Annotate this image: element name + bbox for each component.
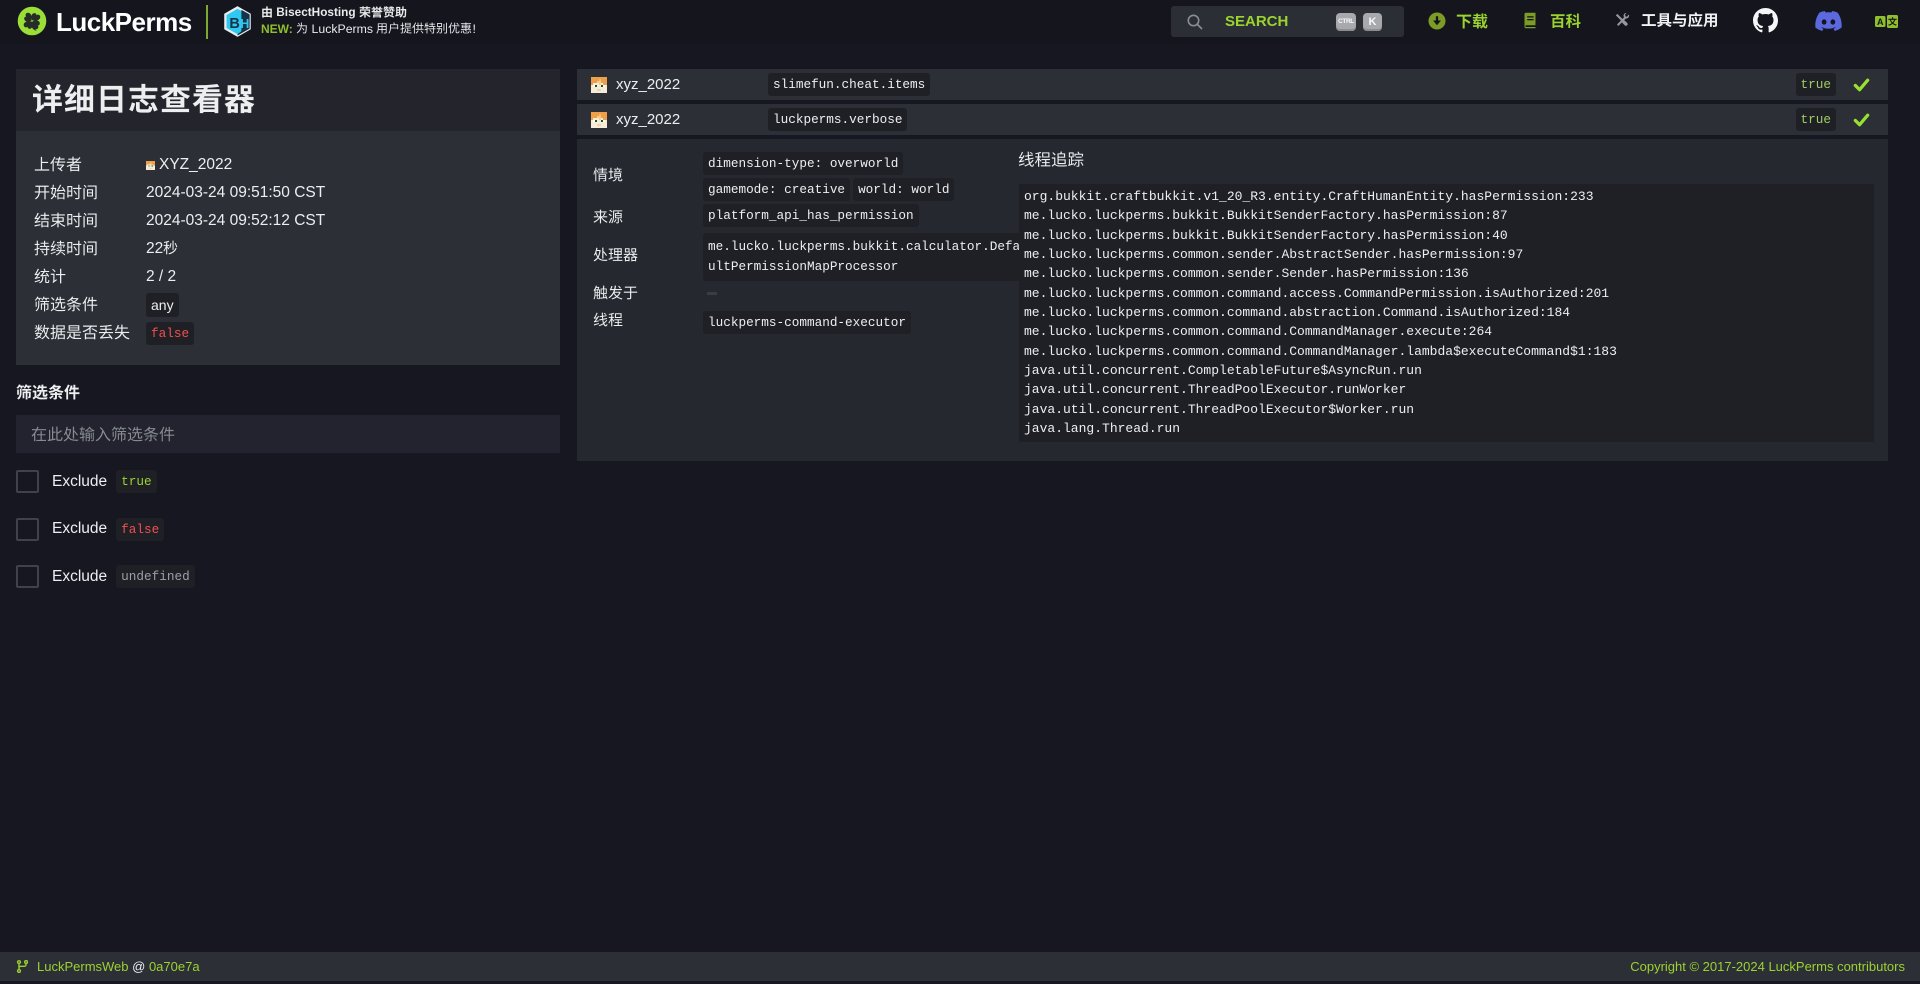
svg-text:B: B xyxy=(229,16,239,32)
svg-text:A: A xyxy=(1877,17,1884,27)
svg-text:H: H xyxy=(240,17,249,31)
